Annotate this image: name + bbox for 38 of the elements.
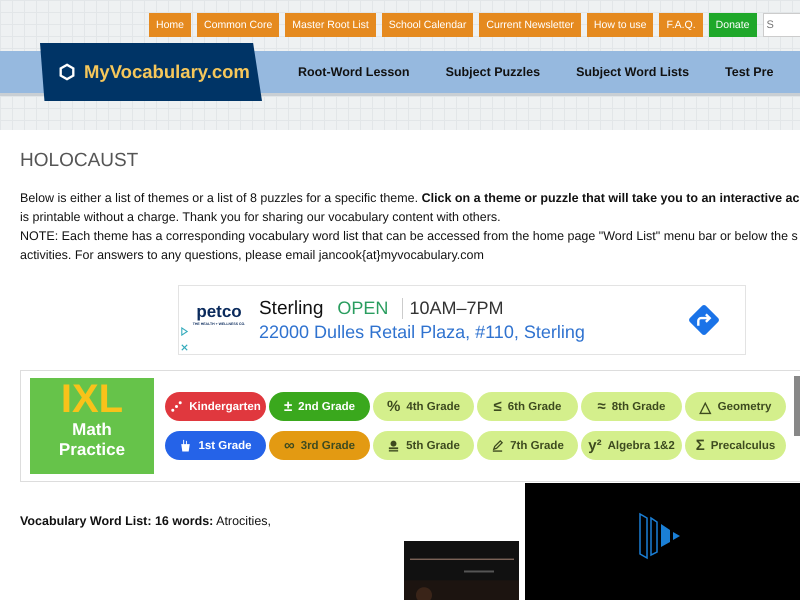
nav-link[interactable]: Root-Word Lesson bbox=[298, 65, 410, 79]
subject-label: Practice bbox=[58, 440, 126, 460]
word-list-text: Vocabulary Word List: 16 words: Atrocities, bbox=[20, 514, 272, 528]
grade-chip[interactable]: y² Algebra 1&2 bbox=[581, 431, 682, 460]
hexagon-icon bbox=[58, 63, 76, 81]
close-icon[interactable] bbox=[180, 343, 189, 352]
ad-logo: petco bbox=[196, 302, 242, 322]
grade-chip[interactable]: Kindergarten bbox=[165, 392, 266, 421]
search-field[interactable]: S bbox=[762, 13, 800, 37]
grade-chip[interactable]: ∞ 3rd Grade bbox=[269, 431, 370, 460]
nav-link[interactable]: Subject Puzzles bbox=[446, 65, 540, 79]
grade-chip[interactable]: Σ Precalculus bbox=[685, 431, 786, 460]
grade-chip[interactable]: 5th Grade bbox=[373, 431, 474, 460]
store-address: 22000 Dulles Retail Plaza, #110, Sterling bbox=[259, 322, 585, 342]
logo-text: MyVocabulary.com bbox=[84, 61, 250, 83]
nav-link[interactable]: Subject Word Lists bbox=[576, 65, 690, 79]
dots-icon bbox=[170, 400, 184, 413]
grade-chip[interactable]: ≤ 6th Grade bbox=[477, 392, 578, 421]
subject-label: Math bbox=[72, 420, 112, 440]
grade-chip[interactable]: △ Geometry bbox=[685, 392, 786, 421]
intro-text: activities. For answers to any questions, please email jancook{at}myvocabulary.com bbox=[20, 247, 485, 264]
page-heading: HOLOCAUST bbox=[20, 150, 140, 172]
grade-chip[interactable]: ≈ 8th Grade bbox=[581, 392, 682, 421]
store-hours: 10AM–7PM bbox=[402, 298, 504, 319]
ad-choices-icon[interactable] bbox=[180, 327, 189, 336]
store-status: OPEN bbox=[337, 298, 388, 319]
store-name: Sterling bbox=[259, 298, 324, 320]
ad-banner[interactable]: IXL Math Practice Kindergarten ± 2nd Grade % 4th Grade ≤ 6th Grade ≈ 8th Grade △ Geometry 1st Grade ∞ 3rd Grade 5th Grade 7th Grade y² Algebra 1&2 Σ Precalculus bbox=[20, 370, 800, 482]
intro-text: is printable without a charge. Thank you for sharing our vocabulary content with others. bbox=[20, 209, 502, 226]
intro-text: Below is either a list of themes or a list of 8 puzzles for a specific theme. Click on a theme or puzzle that will take you to an interactive ac bbox=[20, 190, 800, 207]
nav-link[interactable]: Test Pre bbox=[725, 65, 774, 79]
grade-chip[interactable]: % 4th Grade bbox=[373, 392, 474, 421]
pencil-icon bbox=[491, 439, 504, 452]
grade-chip[interactable]: 7th Grade bbox=[477, 431, 578, 460]
ixl-logo-text: IXL bbox=[60, 378, 124, 420]
intro-text: NOTE: Each theme has a corresponding vocabulary word list that can be accessed from the home page "Word List" menu bar or below the s bbox=[20, 228, 799, 245]
logo-banner[interactable]: MyVocabulary.com bbox=[40, 43, 262, 101]
grade-chip[interactable]: 1st Grade bbox=[165, 431, 266, 460]
